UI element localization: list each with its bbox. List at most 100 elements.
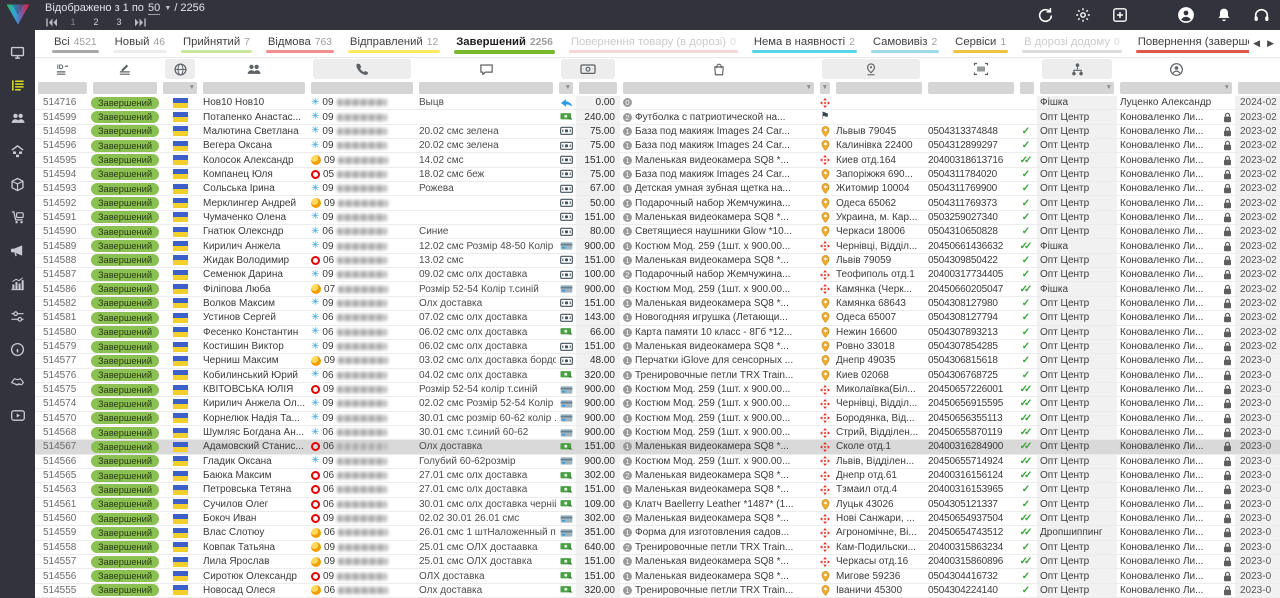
table-row[interactable]: 514598ЗавершенийМалютина Светлана✳0920.0… [35,125,1280,139]
table-row[interactable]: 514595ЗавершенийКолосок Александр0914.02… [35,153,1280,167]
plus-icon[interactable] [1112,7,1128,23]
column-filter-input[interactable] [203,82,305,94]
page-number[interactable]: 3 [112,17,126,27]
table-row[interactable]: 514556ЗавершенийСиротюк Олександр09ОЛХ д… [35,569,1280,583]
table-row[interactable]: 514590ЗавершенийГнатюк Олексндр✳06Синие8… [35,225,1280,239]
column-filter-input[interactable] [928,82,1014,94]
tab-повернення-товару-в-дорозі-[interactable]: Повернення товару (в дорозі)0 [562,30,745,57]
tab-самовивіз[interactable]: Самовивіз2 [864,30,946,57]
tab-завершений[interactable]: Завершений2256 [447,30,562,57]
page-size-dropdown[interactable]: 50 [148,2,160,15]
column-filter-input[interactable]: ▼ [163,82,197,94]
skip-to-first-icon[interactable] [46,18,57,27]
table-row[interactable]: 514593ЗавершенийСольська Ірина✳09Рожева6… [35,182,1280,196]
tab-всі[interactable]: Всі4521 [45,30,106,57]
money-icon[interactable] [561,59,615,79]
column-filter-input[interactable]: ▼ [1120,82,1232,94]
table-row[interactable]: 514577ЗавершенийЧерниш Максим0903.02 смс… [35,354,1280,368]
table-row[interactable]: 514567ЗавершенийАдамовский Станис...06Ол… [35,440,1280,454]
shopping-bag-icon[interactable] [620,59,817,79]
tab-в-дорозі-додому[interactable]: В дорозі додому0 [1015,30,1129,57]
page-number[interactable]: 1 [66,17,80,27]
column-filter-input[interactable]: ▼ [820,82,830,94]
date-column-header[interactable] [1235,59,1280,79]
table-row[interactable]: 514596ЗавершенийВегера Оксана✳0920.02 см… [35,139,1280,153]
table-row[interactable]: 514587ЗавершенийСеменюк Дарина✳0909.02 с… [35,268,1280,282]
phone-icon[interactable] [313,59,411,79]
table-row[interactable]: 514557ЗавершенийЛила Ярослав0925.01 смс … [35,555,1280,569]
table-row[interactable]: 514582ЗавершенийВолков Максим✳09Олх дост… [35,297,1280,311]
tabs-scroll-left-icon[interactable]: ◀ [1253,38,1260,49]
column-filter-input[interactable] [1238,82,1280,94]
table-row[interactable]: 514716ЗавершенийНов10 Нов10✳09Выцв0.000Ф… [35,96,1280,110]
table-row[interactable]: 514576ЗавершенийКобилинський Юрий✳0604.0… [35,369,1280,383]
column-filter-input[interactable] [93,82,157,94]
sidebar-item-partners[interactable] [0,366,35,399]
tab-відмова[interactable]: Відмова763 [259,30,341,57]
table-row[interactable]: 514565ЗавершенийБаюка Максим0627.01 смс … [35,469,1280,483]
tab-сервіси[interactable]: Сервіси1 [946,30,1015,57]
table-row[interactable]: 514581ЗавершенийУстинов Сергей✳0607.02 с… [35,311,1280,325]
location-pin-icon[interactable] [822,59,920,79]
table-row[interactable]: 514599ЗавершенийПотапенко Анастас...✳092… [35,110,1280,124]
column-filter-input[interactable] [836,82,922,94]
sidebar-item-reports[interactable] [0,267,35,300]
headset-icon[interactable] [1253,7,1270,24]
table-row[interactable]: 514586ЗавершенийФіліпова Люба07Розмір 52… [35,282,1280,296]
table-row[interactable]: 514558ЗавершенийКовпак Татьяна0925.01 см… [35,541,1280,555]
table-row[interactable]: 514589ЗавершенийКирилич Анжела✳0912.02 с… [35,239,1280,253]
table-row[interactable]: 514559ЗавершенийВлас Слотюу0626.01 смс 1… [35,526,1280,540]
table-row[interactable]: 514591ЗавершенийЧумаченко Олена✳09151.00… [35,211,1280,225]
sidebar-item-dashboard[interactable] [0,36,35,69]
customers-icon[interactable] [200,59,308,79]
sidebar-item-settings[interactable] [0,300,35,333]
bell-icon[interactable] [1216,7,1232,23]
table-row[interactable]: 514555ЗавершенийНовосад Олеся06Олх доста… [35,584,1280,598]
person-icon[interactable] [1177,6,1195,24]
tab-новый[interactable]: Новый46 [106,30,174,57]
table-row[interactable]: 514594ЗавершенийКомпанец Юля0518.02 смс … [35,168,1280,182]
id-column-icon[interactable]: ID [35,59,90,79]
page-number[interactable]: 2 [89,17,103,27]
sidebar-item-marketing[interactable] [0,234,35,267]
barcode-icon[interactable] [925,59,1037,79]
sidebar-item-store[interactable] [0,135,35,168]
sidebar-item-customers[interactable] [0,102,35,135]
sidebar-item-purchases[interactable] [0,201,35,234]
table-row[interactable]: 514566ЗавершенийГладик Оксана✳09Голубий … [35,455,1280,469]
user-icon[interactable] [1117,59,1235,79]
column-filter-input[interactable] [579,82,617,94]
column-filter-input[interactable] [1020,82,1034,94]
column-filter-input[interactable]: ▼ [559,82,573,94]
table-row[interactable]: 514563ЗавершенийПетровська Тетяна0627.01… [35,483,1280,497]
table-row[interactable]: 514575ЗавершенийКВІТОВСЬКА ЮЛІЯ09Розмір … [35,383,1280,397]
skip-to-last-icon[interactable] [135,18,146,27]
column-filter-input[interactable]: ▼ [1040,82,1114,94]
globe-icon[interactable] [165,59,195,79]
tabs-scroll-right-icon[interactable]: ▶ [1267,38,1274,49]
sidebar-item-orders[interactable] [0,69,35,102]
table-row[interactable]: 514580ЗавершенийФесенко Константин✳0606.… [35,326,1280,340]
comment-icon[interactable] [416,59,556,79]
column-filter-input[interactable] [38,82,87,94]
column-filter-input[interactable]: ▼ [623,82,814,94]
tab-нема-в-наявності[interactable]: Нема в наявності2 [745,30,864,57]
table-row[interactable]: 514570ЗавершенийКорнелюк Надія Та...✳093… [35,412,1280,426]
table-row[interactable]: 514592ЗавершенийМерклингер Андрей0950.00… [35,196,1280,210]
sidebar-item-products[interactable] [0,168,35,201]
sidebar-item-tutorials[interactable] [0,399,35,432]
table-row[interactable]: 514560ЗавершенийБокоч Иван0902.02 30.01 … [35,512,1280,526]
column-filter-input[interactable] [311,82,413,94]
table-row[interactable]: 514579ЗавершенийКостишин Виктор✳0906.02 … [35,340,1280,354]
chevron-down-icon[interactable]: ▼ [164,5,171,12]
hierarchy-icon[interactable] [1042,59,1112,79]
refresh-icon[interactable] [1037,7,1054,24]
status-column-icon[interactable] [90,59,160,79]
sidebar-item-info[interactable] [0,333,35,366]
tab-відправлений[interactable]: Відправлений12 [341,30,447,57]
column-filter-input[interactable] [419,82,553,94]
gear-icon[interactable] [1075,7,1091,23]
table-row[interactable]: 514568ЗавершенийШумляс Богдана Ан...✳063… [35,426,1280,440]
table-row[interactable]: 514574ЗавершенийКирилич Анжела Ол...✳090… [35,397,1280,411]
tab-прийнятий[interactable]: Прийнятий7 [174,30,259,57]
